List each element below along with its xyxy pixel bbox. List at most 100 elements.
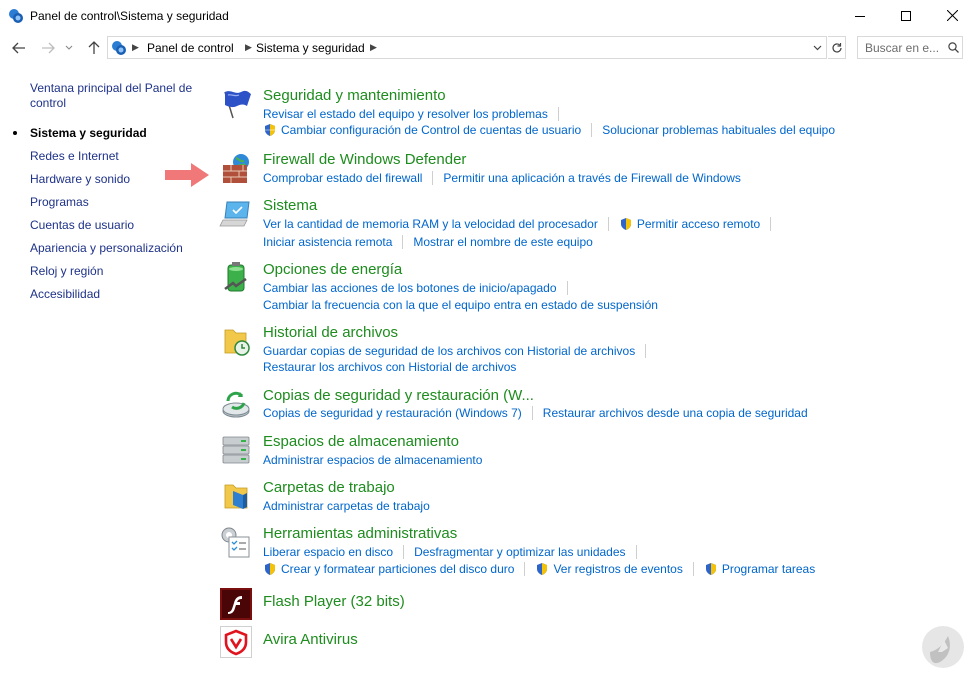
control-panel-icon bbox=[112, 41, 126, 55]
flash-icon bbox=[220, 588, 252, 620]
category-links-row: Comprobar estado del firewall Permitir u… bbox=[263, 170, 741, 186]
sidebar-item-user-accounts[interactable]: Cuentas de usuario bbox=[30, 218, 200, 233]
storage-icon bbox=[222, 436, 250, 464]
sidebar-item-accessibility[interactable]: Accesibilidad bbox=[30, 287, 200, 302]
chevron-down-icon bbox=[813, 45, 821, 50]
category-title[interactable]: Copias de seguridad y restauración (W... bbox=[263, 387, 534, 404]
battery-icon bbox=[224, 262, 247, 292]
sleep-settings-link[interactable]: Cambiar la frecuencia con la que el equi… bbox=[263, 298, 658, 312]
firewall-status-link[interactable]: Comprobar estado del firewall bbox=[263, 171, 422, 185]
flag-icon bbox=[224, 90, 251, 119]
window-title: Panel de control\Sistema y seguridad bbox=[30, 9, 229, 23]
watermark-logo-icon bbox=[922, 626, 964, 668]
disk-cleanup-link[interactable]: Liberar espacio en disco bbox=[263, 545, 393, 559]
disk-partitions-link[interactable]: Crear y formatear particiones del disco … bbox=[281, 562, 514, 576]
uac-shield-icon bbox=[537, 563, 548, 575]
category-title[interactable]: Carpetas de trabajo bbox=[263, 479, 395, 496]
ram-speed-link[interactable]: Ver la cantidad de memoria RAM y la velo… bbox=[263, 217, 598, 231]
category-links-row: Cambiar la frecuencia con la que el equi… bbox=[263, 297, 658, 313]
sidebar-item-appearance[interactable]: Apariencia y personalización bbox=[30, 241, 200, 256]
defragment-link[interactable]: Desfragmentar y optimizar las unidades bbox=[414, 545, 625, 559]
restore-file-history-link[interactable]: Restaurar los archivos con Historial de … bbox=[263, 360, 516, 374]
search-icon bbox=[948, 42, 959, 53]
current-bullet bbox=[13, 131, 17, 135]
remote-access-link[interactable]: Permitir acceso remoto bbox=[637, 217, 760, 231]
minimize-button[interactable] bbox=[837, 0, 883, 31]
category-links-row: Administrar espacios de almacenamiento bbox=[263, 452, 482, 468]
breadcrumb-control-panel[interactable]: Panel de control bbox=[147, 41, 234, 55]
allow-app-link[interactable]: Permitir una aplicación a través de Fire… bbox=[443, 171, 740, 185]
uac-shield-icon bbox=[620, 218, 631, 230]
category-links-row: Copias de seguridad y restauración (Wind… bbox=[263, 405, 808, 421]
uac-settings-link[interactable]: Cambiar configuración de Control de cuen… bbox=[281, 123, 581, 137]
category-title[interactable]: Opciones de energía bbox=[263, 261, 402, 278]
uac-shield-icon bbox=[265, 563, 275, 575]
search-box[interactable] bbox=[857, 36, 963, 59]
category-title[interactable]: Herramientas administrativas bbox=[263, 525, 457, 542]
link-separator bbox=[645, 344, 647, 358]
category-title[interactable]: Espacios de almacenamiento bbox=[263, 433, 459, 450]
title-bar: Panel de control\Sistema y seguridad bbox=[0, 0, 976, 31]
category-title[interactable]: Firewall de Windows Defender bbox=[263, 151, 466, 168]
forward-button[interactable] bbox=[38, 39, 58, 57]
computer-icon bbox=[219, 201, 250, 227]
back-arrow-icon bbox=[12, 42, 25, 54]
sidebar-current-item: Sistema y seguridad bbox=[30, 126, 147, 140]
close-button[interactable] bbox=[929, 0, 975, 31]
link-separator bbox=[432, 171, 434, 185]
link-separator bbox=[770, 217, 772, 231]
category-title[interactable]: Sistema bbox=[263, 197, 317, 214]
sidebar-item-programs[interactable]: Programas bbox=[30, 195, 200, 210]
link-separator bbox=[591, 123, 593, 137]
firewall-icon bbox=[223, 154, 249, 183]
up-button[interactable] bbox=[84, 39, 104, 57]
uac-shield-icon bbox=[265, 124, 275, 136]
link-separator bbox=[402, 235, 404, 249]
computer-name-link[interactable]: Mostrar el nombre de este equipo bbox=[413, 235, 592, 249]
chevron-right-icon: ▶ bbox=[132, 42, 139, 52]
manage-work-folders-link[interactable]: Administrar carpetas de trabajo bbox=[263, 499, 430, 513]
search-input[interactable] bbox=[865, 41, 945, 55]
breadcrumb-system-security[interactable]: Sistema y seguridad bbox=[256, 41, 365, 55]
category-title[interactable]: Historial de archivos bbox=[263, 324, 398, 341]
up-arrow-icon bbox=[88, 41, 100, 54]
address-dropdown-button[interactable] bbox=[808, 37, 826, 58]
category-links-row: Cambiar configuración de Control de cuen… bbox=[263, 122, 835, 138]
chevron-right-icon: ▶ bbox=[370, 42, 377, 52]
back-button[interactable] bbox=[9, 39, 29, 57]
refresh-button[interactable] bbox=[828, 36, 846, 59]
maximize-button[interactable] bbox=[883, 0, 929, 31]
address-bar[interactable]: ▶ Panel de control ▶ Sistema y seguridad… bbox=[107, 36, 827, 59]
category-links-row: Iniciar asistencia remota Mostrar el nom… bbox=[263, 234, 593, 250]
category-title[interactable]: Seguridad y mantenimiento bbox=[263, 87, 446, 104]
navigation-bar: ▶ Panel de control ▶ Sistema y seguridad… bbox=[0, 31, 976, 65]
sidebar-home-link[interactable]: Ventana principal del Panel de control bbox=[30, 81, 200, 111]
link-separator bbox=[557, 107, 559, 121]
link-separator bbox=[607, 217, 609, 231]
schedule-tasks-link[interactable]: Programar tareas bbox=[722, 562, 815, 576]
close-icon bbox=[946, 10, 958, 21]
category-links-row: Restaurar los archivos con Historial de … bbox=[263, 359, 516, 375]
category-links-row: Ver la cantidad de memoria RAM y la velo… bbox=[263, 216, 781, 232]
link-separator bbox=[531, 406, 533, 420]
restore-backup-link[interactable]: Restaurar archivos desde una copia de se… bbox=[543, 406, 808, 420]
sidebar-item-clock-region[interactable]: Reloj y región bbox=[30, 264, 200, 279]
remote-assistance-link[interactable]: Iniciar asistencia remota bbox=[263, 235, 392, 249]
category-title[interactable]: Avira Antivirus bbox=[263, 631, 358, 648]
power-buttons-link[interactable]: Cambiar las acciones de los botones de i… bbox=[263, 281, 557, 295]
minimize-icon bbox=[855, 15, 865, 17]
category-links-row: Administrar carpetas de trabajo bbox=[263, 498, 430, 514]
troubleshoot-link[interactable]: Solucionar problemas habituales del equi… bbox=[602, 123, 835, 137]
backup-file-history-link[interactable]: Guardar copias de seguridad de los archi… bbox=[263, 344, 635, 358]
pointer-arrow-icon bbox=[165, 163, 209, 187]
backup-win7-link[interactable]: Copias de seguridad y restauración (Wind… bbox=[263, 406, 522, 420]
link-separator bbox=[635, 545, 637, 559]
recent-locations-button[interactable] bbox=[62, 39, 76, 57]
manage-storage-link[interactable]: Administrar espacios de almacenamiento bbox=[263, 453, 482, 467]
event-logs-link[interactable]: Ver registros de eventos bbox=[553, 562, 682, 576]
link-separator bbox=[524, 562, 526, 576]
check-status-link[interactable]: Revisar el estado del equipo y resolver … bbox=[263, 107, 548, 121]
category-title[interactable]: Flash Player (32 bits) bbox=[263, 593, 405, 610]
uac-shield-icon bbox=[705, 563, 716, 575]
refresh-icon bbox=[831, 42, 842, 53]
